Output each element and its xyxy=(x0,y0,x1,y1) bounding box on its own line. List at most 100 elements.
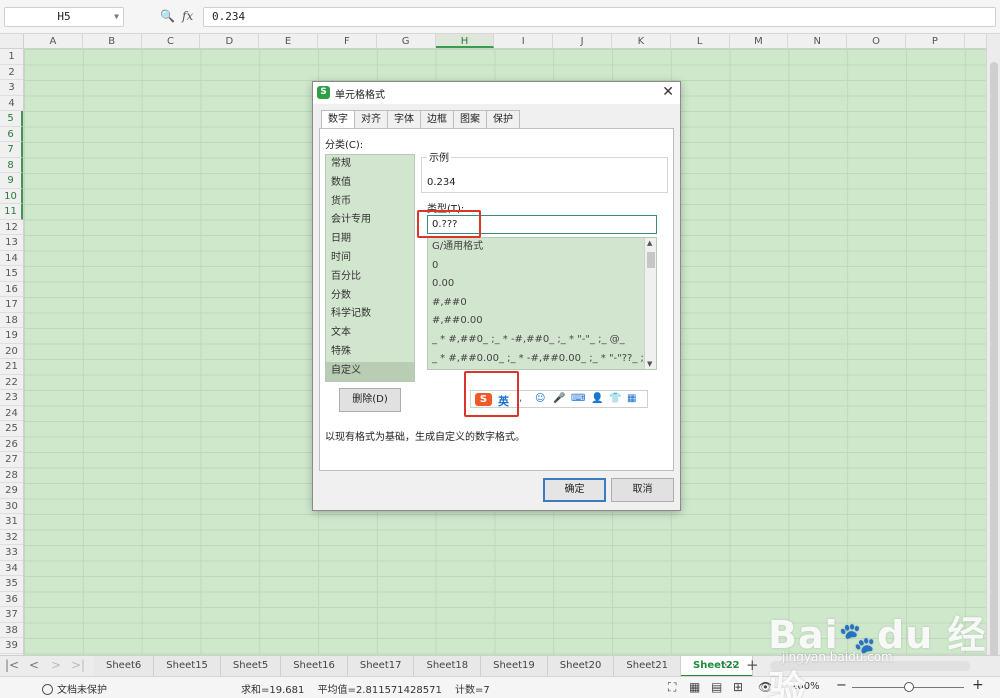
row-header-18[interactable]: 18 xyxy=(0,313,23,328)
close-icon[interactable]: ✕ xyxy=(662,84,674,100)
type-list-item[interactable]: #,##0.00 xyxy=(428,312,656,331)
column-header-h[interactable]: H xyxy=(435,34,495,48)
row-header-6[interactable]: 6 xyxy=(0,126,23,142)
microphone-icon[interactable]: 🎤 xyxy=(553,393,565,404)
add-sheet-button[interactable]: + xyxy=(746,656,759,674)
sheet-tab[interactable]: Sheet18 xyxy=(414,656,482,677)
row-header-17[interactable]: 17 xyxy=(0,297,23,313)
magnify-icon[interactable]: 🔍 xyxy=(160,9,175,23)
row-header-1[interactable]: 1 xyxy=(0,49,23,65)
column-header-l[interactable]: L xyxy=(671,34,730,48)
column-header-i[interactable]: I xyxy=(494,34,554,48)
sheet-tab[interactable]: Sheet21 xyxy=(614,656,682,677)
user-icon[interactable]: 👤 xyxy=(591,393,603,404)
fullscreen-icon[interactable]: ⛶ xyxy=(668,680,676,695)
category-item[interactable]: 数值 xyxy=(326,174,414,193)
sheet-tab[interactable]: Sheet6 xyxy=(94,656,155,677)
dialog-tab-1[interactable]: 对齐 xyxy=(354,110,388,128)
formula-input[interactable]: 0.234 xyxy=(203,7,996,27)
category-item[interactable]: 会计专用 xyxy=(326,211,414,230)
row-header-34[interactable]: 34 xyxy=(0,561,23,576)
scroll-up-icon[interactable]: ▲ xyxy=(647,239,652,247)
column-header-n[interactable]: N xyxy=(788,34,848,48)
delete-button[interactable]: 删除(D) xyxy=(339,388,401,412)
row-header-27[interactable]: 27 xyxy=(0,452,23,468)
row-header-9[interactable]: 9 xyxy=(0,173,23,189)
zoom-slider-handle[interactable] xyxy=(904,682,914,692)
page-break-icon[interactable]: ⊞ xyxy=(733,680,743,694)
sheet-tab[interactable]: Sheet5 xyxy=(220,656,282,677)
row-header-4[interactable]: 4 xyxy=(0,96,23,111)
scroll-thumb[interactable] xyxy=(647,252,655,268)
category-item[interactable]: 货币 xyxy=(326,193,414,212)
type-list[interactable]: G/通用格式 0 0.00 #,##0 #,##0.00 _ * #,##0_ ;_ * … xyxy=(427,237,657,370)
sheet-tab[interactable]: Sheet19 xyxy=(481,656,548,677)
row-header-37[interactable]: 37 xyxy=(0,607,23,623)
first-sheet-icon[interactable]: |< xyxy=(2,658,22,672)
row-header-29[interactable]: 29 xyxy=(0,483,23,499)
next-sheet-icon[interactable]: > xyxy=(46,658,66,672)
keyboard-icon[interactable]: ⌨ xyxy=(571,393,585,404)
row-header-5[interactable]: 5 xyxy=(0,111,23,127)
ok-button[interactable]: 确定 xyxy=(543,478,606,502)
row-header-39[interactable]: 39 xyxy=(0,638,23,654)
dialog-tab-3[interactable]: 边框 xyxy=(420,110,454,128)
emoji-icon[interactable]: ☺ xyxy=(535,393,545,404)
row-header-24[interactable]: 24 xyxy=(0,406,23,421)
column-header-f[interactable]: F xyxy=(318,34,377,48)
column-header-p[interactable]: P xyxy=(906,34,965,48)
page-layout-icon[interactable]: ▤ xyxy=(711,680,722,694)
column-header-m[interactable]: M xyxy=(730,34,789,48)
row-header-33[interactable]: 33 xyxy=(0,545,23,561)
category-item[interactable]: 百分比 xyxy=(326,268,414,287)
column-header-d[interactable]: D xyxy=(200,34,260,48)
normal-view-icon[interactable]: ▦ xyxy=(689,680,700,694)
column-header-g[interactable]: G xyxy=(377,34,436,48)
category-item[interactable]: 常规 xyxy=(326,155,414,174)
vertical-scrollbar[interactable] xyxy=(986,34,1000,662)
category-item[interactable]: 特殊 xyxy=(326,343,414,362)
column-header-k[interactable]: K xyxy=(612,34,671,48)
row-header-20[interactable]: 20 xyxy=(0,344,23,359)
type-list-scrollbar[interactable]: ▲ ▼ xyxy=(644,238,656,369)
zoom-level[interactable]: 100% xyxy=(791,681,820,692)
scroll-down-icon[interactable]: ▼ xyxy=(647,360,652,368)
sheet-tab[interactable]: Sheet16 xyxy=(281,656,348,677)
type-list-item[interactable]: _ * #,##0.00_ ;_ * -#,##0.00_ ;_ * "-"??… xyxy=(428,350,656,369)
category-item[interactable]: 文本 xyxy=(326,324,414,343)
column-header-o[interactable]: O xyxy=(847,34,906,48)
row-header-2[interactable]: 2 xyxy=(0,65,23,80)
row-header-8[interactable]: 8 xyxy=(0,157,23,173)
column-header-b[interactable]: B xyxy=(83,34,142,48)
row-header-26[interactable]: 26 xyxy=(0,437,23,452)
category-list[interactable]: 常规 数值 货币 会计专用 日期 时间 百分比 分数 科学记数 文本 特殊 自定义 xyxy=(325,154,415,382)
type-list-item[interactable]: _ * #,##0_ ;_ * -#,##0_ ;_ * "-"_ ;_ @_ xyxy=(428,331,656,350)
horizontal-scrollbar[interactable] xyxy=(770,661,970,671)
row-header-35[interactable]: 35 xyxy=(0,576,23,592)
name-box[interactable]: H5 ▼ xyxy=(4,7,124,27)
column-header-e[interactable]: E xyxy=(259,34,318,48)
document-protection-status[interactable]: 文档未保护 xyxy=(42,681,107,696)
dialog-tab-0[interactable]: 数字 xyxy=(321,110,355,129)
dialog-tab-5[interactable]: 保护 xyxy=(486,110,520,128)
category-item[interactable]: 时间 xyxy=(326,249,414,268)
fx-icon[interactable]: fx xyxy=(182,9,193,23)
row-header-31[interactable]: 31 xyxy=(0,514,23,530)
chevron-down-icon[interactable]: ▼ xyxy=(114,8,119,26)
row-header-30[interactable]: 30 xyxy=(0,499,23,514)
select-all-corner[interactable] xyxy=(0,34,24,49)
zoom-in-button[interactable]: + xyxy=(972,677,984,693)
type-list-item[interactable]: 0 xyxy=(428,257,656,276)
row-header-25[interactable]: 25 xyxy=(0,421,23,437)
prev-sheet-icon[interactable]: < xyxy=(24,658,44,672)
category-item[interactable]: 分数 xyxy=(326,287,414,306)
type-list-item[interactable]: #,##0 xyxy=(428,294,656,313)
row-header-19[interactable]: 19 xyxy=(0,328,23,344)
row-header-32[interactable]: 32 xyxy=(0,530,23,545)
more-sheets-button[interactable]: ··· xyxy=(724,658,735,672)
skin-icon[interactable]: 👕 xyxy=(609,393,621,404)
sheet-tab[interactable]: Sheet20 xyxy=(547,656,615,677)
row-header-10[interactable]: 10 xyxy=(0,188,23,204)
column-header-j[interactable]: J xyxy=(553,34,612,48)
type-list-item[interactable]: G/通用格式 xyxy=(428,238,656,257)
